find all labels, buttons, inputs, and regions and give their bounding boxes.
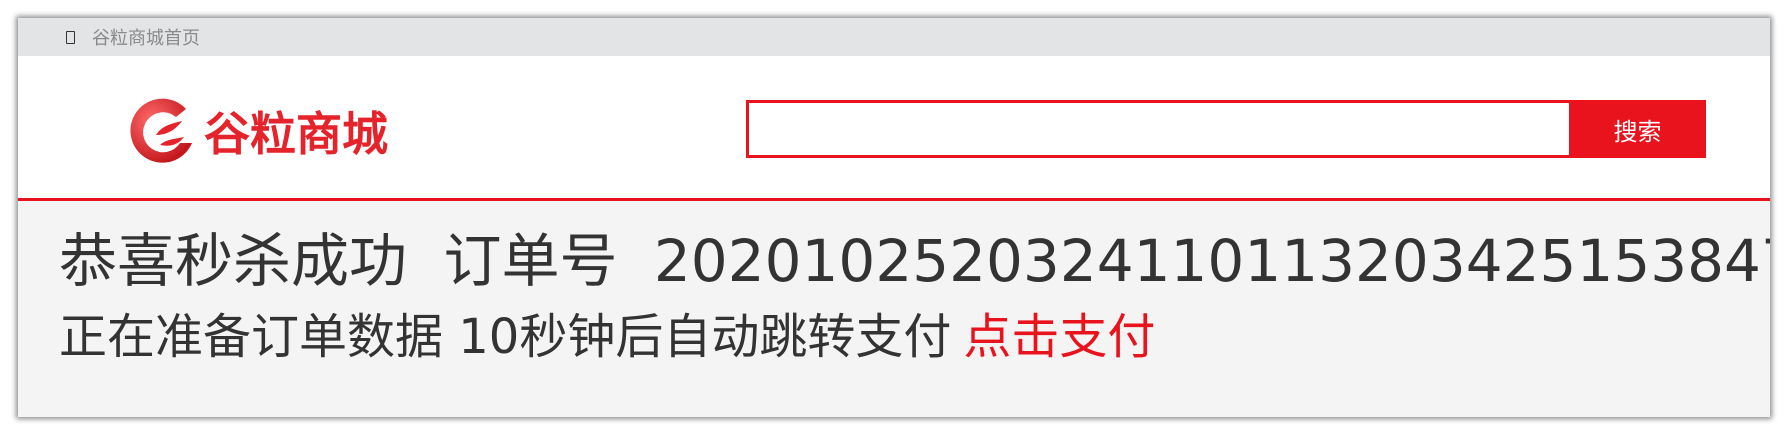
order-label: 订单号 — [443, 227, 618, 295]
order-number: 20201025203241101132034251538479l — [653, 227, 1770, 295]
pay-link[interactable]: 点击支付 — [963, 309, 1155, 365]
site-logo[interactable]: 谷粒商城 — [126, 91, 388, 171]
browser-frame: 谷粒商城首页 谷粒商城 搜索 恭喜秒杀成功 订单号 20201025203241… — [18, 18, 1770, 417]
guli-logo-icon — [130, 98, 192, 163]
logo-text: 谷粒商城 — [204, 107, 388, 161]
success-message: 恭喜秒杀成功 订单号 20201025203241101132034251538… — [59, 227, 1770, 295]
success-label: 恭喜秒杀成功 — [59, 227, 408, 295]
document-icon — [66, 30, 75, 44]
status-text: 正在准备订单数据 10秒钟后自动跳转支付 — [59, 309, 952, 365]
main-content: 恭喜秒杀成功 订单号 20201025203241101132034251538… — [18, 227, 1770, 367]
tab-title[interactable]: 谷粒商城首页 — [92, 24, 200, 50]
redirect-message: 正在准备订单数据 10秒钟后自动跳转支付 点击支付 — [59, 307, 1770, 367]
search-button[interactable]: 搜索 — [1569, 100, 1706, 158]
search-input[interactable] — [746, 100, 1569, 158]
tab-bar: 谷粒商城首页 — [18, 18, 1770, 56]
site-header: 谷粒商城 搜索 — [18, 56, 1770, 201]
search-bar: 搜索 — [746, 100, 1706, 158]
